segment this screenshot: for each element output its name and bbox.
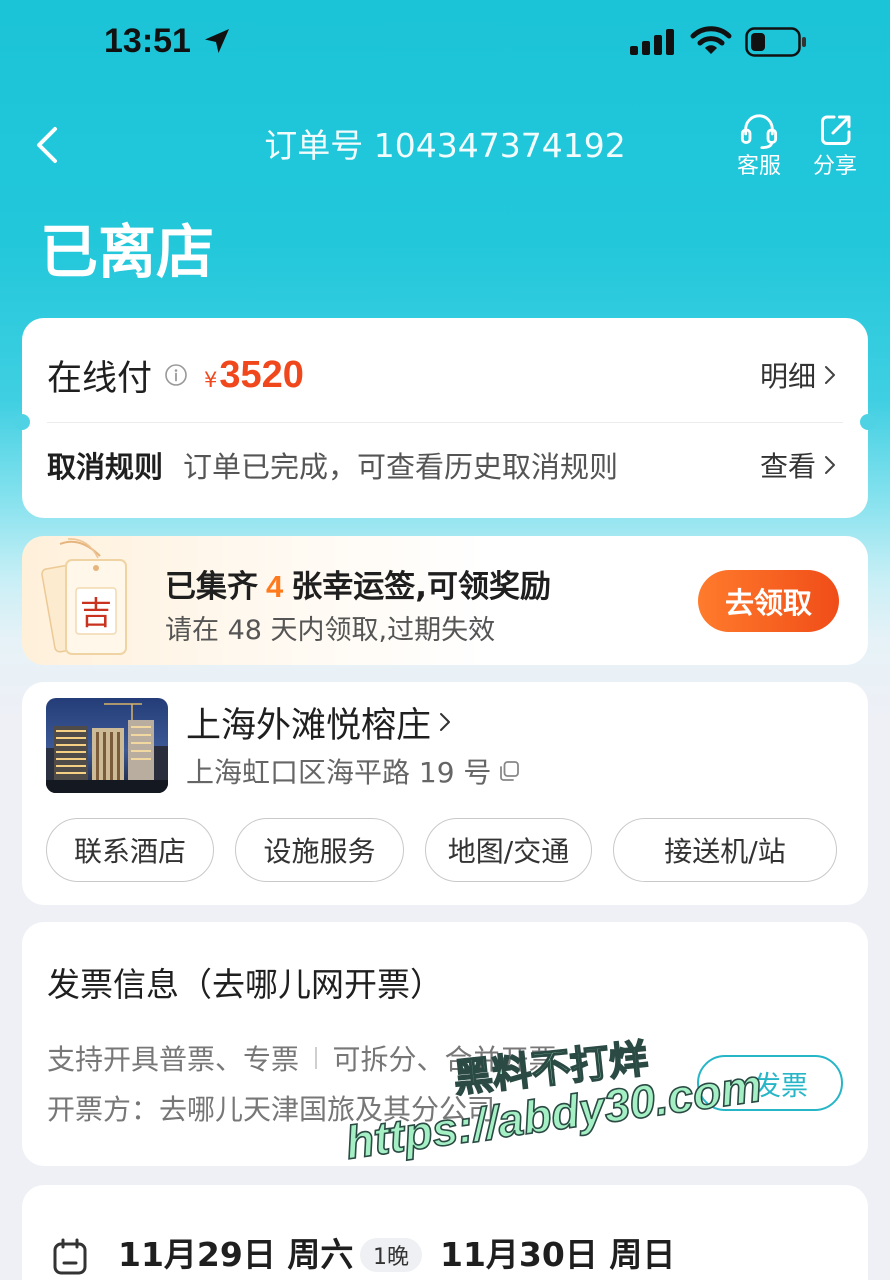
chevron-right-icon <box>440 713 451 731</box>
calendar-icon <box>53 1238 87 1275</box>
currency-symbol: ¥ <box>204 367 218 392</box>
lucky-sign-subtitle: 请在 48 天内领取,过期失效 <box>165 615 496 646</box>
cancel-policy-row: 取消规则 订单已完成，可查看历史取消规则 查看 <box>22 443 868 487</box>
hotel-image[interactable] <box>46 698 168 793</box>
lucky-title-prefix: 已集齐 <box>165 569 258 605</box>
map-transport-button[interactable]: 地图/交通 <box>425 818 592 882</box>
hotel-name: 上海外滩悦榕庄 <box>186 705 432 746</box>
hotel-address-row: 上海虹口区海平路 19 号 <box>186 752 521 790</box>
lucky-sign-count: 4 <box>266 569 284 604</box>
check-in-date: 11月29日 周六 <box>118 1235 354 1274</box>
lucky-sign-title: 已集齐 4 张幸运签,可领奖励 <box>165 569 551 605</box>
share-label: 分享 <box>812 154 857 179</box>
copy-icon[interactable] <box>497 759 521 783</box>
cancel-policy-text: 订单已完成，可查看历史取消规则 <box>183 450 619 484</box>
hotel-address: 上海虹口区海平路 19 号 <box>186 756 492 789</box>
lucky-tag-char: 吉 <box>80 594 112 632</box>
share-button[interactable]: 分享 <box>807 112 863 184</box>
payment-method-label: 在线付 <box>47 358 153 399</box>
payment-card: 在线付 ¥3520 明细 取消规则 订单已完成，可查看历史取消规则 查看 <box>14 318 876 518</box>
battery-icon <box>745 27 806 57</box>
check-out-date: 11月30日 周日 <box>440 1235 676 1274</box>
facilities-button[interactable]: 设施服务 <box>235 818 404 882</box>
separator <box>315 1047 317 1069</box>
stay-dates-card: 11月29日 周六 1晚 11月30日 周日 <box>22 1185 868 1280</box>
invoice-button[interactable]: 发票 <box>697 1055 843 1111</box>
location-arrow-icon <box>205 29 229 53</box>
amount-value: 3520 <box>219 353 304 396</box>
status-time: 13:51 <box>104 22 191 60</box>
order-status-title: 已离店 <box>40 218 215 286</box>
airport-station-transfer-button[interactable]: 接送机/站 <box>613 818 837 882</box>
invoice-support-line: 支持开具普票、专票 可拆分、合并开票 <box>47 1040 557 1076</box>
customer-service-label: 客服 <box>736 154 781 179</box>
price-detail-link[interactable]: 明细 <box>760 355 836 395</box>
cancel-policy-title: 取消规则 <box>47 450 164 484</box>
price-detail-label: 明细 <box>759 360 816 393</box>
payment-amount: ¥3520 <box>204 354 304 397</box>
lucky-sign-tag-image: 吉 <box>41 538 127 655</box>
contact-hotel-button[interactable]: 联系酒店 <box>46 818 214 882</box>
claim-reward-button[interactable]: 去领取 <box>698 570 839 632</box>
invoice-issuer: 开票方：去哪儿天津国旅及其分公司 <box>47 1093 496 1126</box>
info-icon[interactable] <box>164 363 188 387</box>
customer-service-button[interactable]: 客服 <box>731 112 787 184</box>
lucky-sign-banner: 吉 已集齐 4 张幸运签,可领奖励 请在 48 天内领取,过期失效 去领取 <box>22 536 868 665</box>
divider <box>47 422 843 423</box>
nights-badge: 1晚 <box>360 1238 422 1272</box>
view-cancel-policy-link[interactable]: 查看 <box>760 445 836 485</box>
ticket-notch-left <box>14 414 30 430</box>
share-icon <box>821 115 851 145</box>
payment-row: 在线付 ¥3520 明细 <box>22 353 868 399</box>
ticket-notch-right <box>860 414 876 430</box>
invoice-types: 支持开具普票、专票 <box>47 1043 300 1076</box>
headset-icon <box>740 114 778 150</box>
invoice-title: 发票信息（去哪儿网开票） <box>47 965 443 1004</box>
cellular-signal-icon <box>630 29 674 55</box>
hotel-name-link[interactable]: 上海外滩悦榕庄 <box>186 700 451 746</box>
view-cancel-policy-label: 查看 <box>759 450 816 483</box>
invoice-card: 发票信息（去哪儿网开票） 支持开具普票、专票 可拆分、合并开票 开票方：去哪儿天… <box>22 922 868 1166</box>
chevron-right-icon <box>825 366 835 384</box>
wifi-icon <box>690 26 732 54</box>
lucky-title-suffix: 张幸运签,可领奖励 <box>291 569 552 605</box>
invoice-split: 可拆分、合并开票 <box>332 1043 557 1076</box>
chevron-right-icon <box>825 456 835 474</box>
hotel-card: 上海外滩悦榕庄 上海虹口区海平路 19 号 联系酒店 设施服务 地图/交通 接送… <box>22 682 868 905</box>
